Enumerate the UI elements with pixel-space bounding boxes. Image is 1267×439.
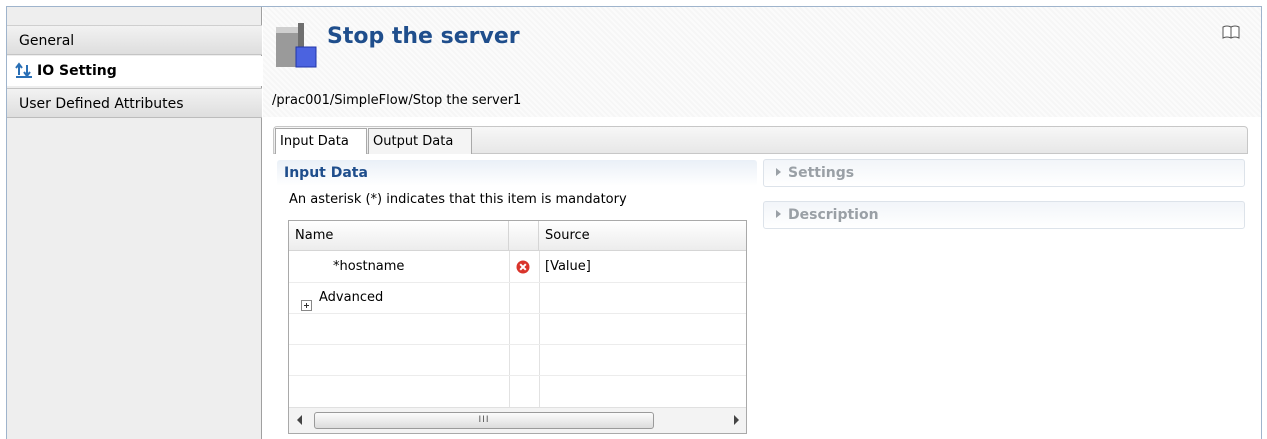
- description-section[interactable]: Description: [763, 201, 1245, 229]
- book-icon[interactable]: [1222, 25, 1240, 39]
- column-header-source[interactable]: Source: [539, 221, 746, 251]
- row-divider: [289, 375, 746, 376]
- row-divider: [289, 344, 746, 345]
- server-icon: [276, 23, 317, 68]
- expand-icon[interactable]: [301, 300, 312, 311]
- sidebar-item-io-setting[interactable]: IO Setting: [7, 56, 262, 86]
- sidebar-item-label: User Defined Attributes: [19, 96, 184, 112]
- sidebar-item-label: IO Setting: [37, 63, 117, 79]
- column-divider: [539, 251, 540, 407]
- column-header-status[interactable]: [509, 221, 539, 251]
- io-setting-icon: [15, 62, 32, 78]
- sidebar-item-user-defined-attributes[interactable]: User Defined Attributes: [7, 88, 262, 118]
- input-data-table: Name Source *hostname [Value] Advanced I…: [288, 220, 747, 434]
- breadcrumb: /prac001/SimpleFlow/Stop the server1: [272, 93, 522, 108]
- description-section-label: Description: [776, 207, 879, 223]
- sidebar: General IO Setting User Defined Attribut…: [7, 7, 262, 439]
- section-title: Input Data: [284, 165, 368, 181]
- settings-section[interactable]: Settings: [763, 159, 1245, 187]
- error-icon: [516, 260, 530, 274]
- table-row-name-hostname[interactable]: *hostname: [333, 252, 404, 282]
- table-header: Name Source: [289, 221, 746, 251]
- form-header: Stop the server /prac001/SimpleFlow/Stop…: [263, 7, 1261, 117]
- row-divider: [289, 313, 746, 314]
- column-header-name[interactable]: Name: [289, 221, 509, 251]
- tab-output-data[interactable]: Output Data: [368, 128, 472, 154]
- table-row-name-advanced[interactable]: Advanced: [319, 283, 383, 313]
- sidebar-item-label: General: [19, 33, 75, 49]
- tab-input-data[interactable]: Input Data: [275, 128, 367, 154]
- settings-section-label: Settings: [776, 165, 854, 181]
- horizontal-scrollbar[interactable]: III: [289, 407, 746, 433]
- scroll-right-icon[interactable]: [734, 415, 739, 425]
- sidebar-item-general[interactable]: General: [7, 25, 262, 55]
- scroll-left-icon[interactable]: [297, 415, 302, 425]
- collapsed-triangle-icon: [776, 168, 781, 176]
- table-row-source-hostname[interactable]: [Value]: [545, 252, 591, 282]
- page-title: Stop the server: [327, 24, 520, 49]
- collapsed-triangle-icon: [776, 210, 781, 218]
- column-divider: [509, 251, 510, 407]
- scrollbar-thumb[interactable]: III: [314, 412, 654, 429]
- mandatory-note: An asterisk (*) indicates that this item…: [289, 192, 627, 207]
